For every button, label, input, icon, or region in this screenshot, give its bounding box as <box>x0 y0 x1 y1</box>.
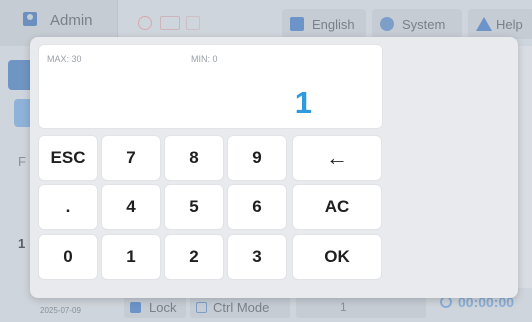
help-button[interactable]: Help <box>468 9 532 39</box>
key-6[interactable]: 6 <box>227 184 287 230</box>
alarm-icon <box>138 16 152 30</box>
user-name: Admin <box>50 12 93 29</box>
user-icon <box>23 12 37 26</box>
lock-icon <box>130 301 141 313</box>
value-field-text: 1 <box>340 300 347 314</box>
max-label: MAX: 30 <box>47 54 82 64</box>
sidebar-item-grid[interactable] <box>8 60 30 90</box>
lock-label: Lock <box>149 299 177 315</box>
language-icon <box>290 17 304 31</box>
key-4[interactable]: 4 <box>101 184 161 230</box>
system-label: System <box>402 16 446 32</box>
signal-icon <box>186 16 200 30</box>
sidebar-value: 1 <box>18 236 26 251</box>
key-8[interactable]: 8 <box>164 135 224 181</box>
numeric-keypad-dialog: MAX: 30 MIN: 0 1 ESC 7 8 9 ← . 4 5 6 AC … <box>30 37 518 298</box>
decimal-key[interactable]: . <box>38 184 98 230</box>
warning-icon <box>476 17 492 31</box>
language-label: English <box>312 16 355 32</box>
value-field[interactable]: 1 <box>296 296 426 318</box>
keypad-display: MAX: 30 MIN: 0 1 <box>38 44 383 129</box>
min-label: MIN: 0 <box>191 54 218 64</box>
status-icons <box>130 14 202 32</box>
sidebar-text: F <box>18 154 26 169</box>
sidebar-item-active[interactable] <box>14 99 30 127</box>
system-button[interactable]: System <box>372 9 462 39</box>
backspace-key[interactable]: ← <box>292 135 382 181</box>
key-1[interactable]: 1 <box>101 234 161 280</box>
ctrl-mode-label: Ctrl Mode <box>213 299 270 315</box>
ctrl-mode-icon <box>196 301 207 313</box>
key-7[interactable]: 7 <box>101 135 161 181</box>
date-text: 2025-07-09 <box>40 306 81 315</box>
help-label: Help <box>496 16 523 32</box>
lock-button[interactable]: Lock <box>124 296 186 318</box>
key-5[interactable]: 5 <box>164 184 224 230</box>
ok-key[interactable]: OK <box>292 234 382 280</box>
key-3[interactable]: 3 <box>227 234 287 280</box>
ctrl-mode-button[interactable]: Ctrl Mode <box>190 296 290 318</box>
input-value: 1 <box>294 85 312 120</box>
key-9[interactable]: 9 <box>227 135 287 181</box>
esc-key[interactable]: ESC <box>38 135 98 181</box>
clear-all-key[interactable]: AC <box>292 184 382 230</box>
keyboard-icon <box>160 16 180 30</box>
key-0[interactable]: 0 <box>38 234 98 280</box>
key-2[interactable]: 2 <box>164 234 224 280</box>
system-icon <box>380 17 394 31</box>
language-button[interactable]: English <box>282 9 366 39</box>
